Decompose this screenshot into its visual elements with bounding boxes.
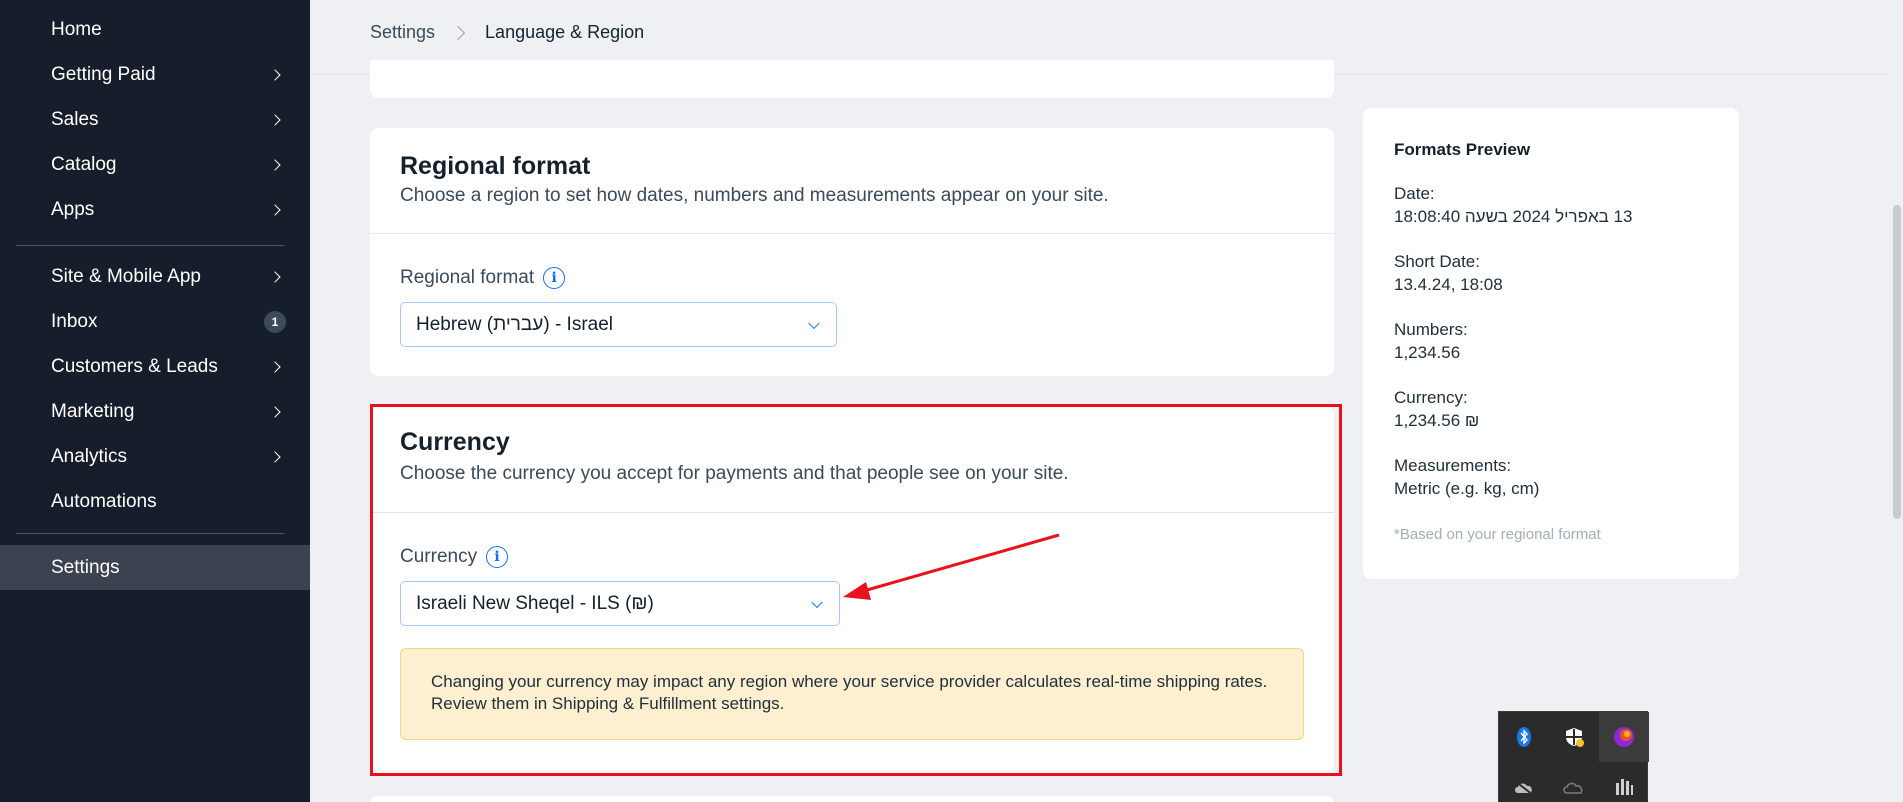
currency-label: Currency i bbox=[400, 546, 509, 568]
sidebar-item-home[interactable]: Home bbox=[0, 7, 310, 52]
sidebar-item-label: Automations bbox=[51, 490, 157, 512]
chevron-right-icon bbox=[270, 68, 282, 82]
sidebar-item-catalog[interactable]: Catalog bbox=[0, 142, 310, 187]
sidebar-item-site-mobile-app[interactable]: Site & Mobile App bbox=[0, 254, 310, 299]
sidebar-item-label: Marketing bbox=[51, 400, 135, 422]
onedrive-icon[interactable] bbox=[1549, 762, 1599, 802]
bluetooth-icon[interactable] bbox=[1499, 712, 1549, 762]
sidebar-item-sales[interactable]: Sales bbox=[0, 97, 310, 142]
preview-currency-value: ‏1,234.56 ₪ bbox=[1394, 411, 1480, 430]
card-divider bbox=[370, 233, 1334, 234]
breadcrumb-current: Language & Region bbox=[485, 22, 645, 42]
chevron-right-icon bbox=[270, 360, 282, 374]
sidebar: Home Getting Paid Sales Catalog Apps Sit… bbox=[0, 0, 310, 802]
sidebar-item-label: Getting Paid bbox=[51, 63, 156, 85]
breadcrumb-chevron-icon bbox=[450, 25, 466, 40]
chevron-right-icon bbox=[270, 158, 282, 172]
sidebar-item-apps[interactable]: Apps bbox=[0, 187, 310, 232]
currency-label-text: Currency bbox=[400, 546, 478, 567]
preview-note: *Based on your regional format bbox=[1394, 526, 1601, 543]
cloud-off-icon[interactable] bbox=[1499, 762, 1549, 802]
preview-measurements-value: Metric (e.g. kg, cm) bbox=[1394, 479, 1540, 498]
chevron-right-icon bbox=[270, 113, 282, 127]
audio-levels-icon[interactable] bbox=[1599, 762, 1649, 802]
app-orb-icon[interactable] bbox=[1599, 712, 1649, 762]
chevron-right-icon bbox=[270, 270, 282, 284]
preview-measurements-label: Measurements: bbox=[1394, 456, 1512, 475]
info-icon[interactable]: i bbox=[543, 267, 566, 289]
info-icon[interactable]: i bbox=[486, 546, 509, 568]
regional-format-value: Hebrew (עברית) - Israel bbox=[416, 313, 614, 335]
breadcrumb-settings-link[interactable]: Settings bbox=[370, 22, 435, 43]
currency-title: Currency bbox=[400, 428, 510, 456]
regional-format-select[interactable]: Hebrew (עברית) - Israel bbox=[400, 302, 837, 347]
security-shield-icon[interactable] bbox=[1549, 712, 1599, 762]
regional-format-title: Regional format bbox=[400, 152, 591, 180]
chevron-right-icon bbox=[270, 203, 282, 217]
sidebar-divider bbox=[16, 533, 284, 534]
chevron-down-icon bbox=[808, 317, 820, 329]
inbox-count-badge: 1 bbox=[264, 310, 286, 333]
sidebar-item-getting-paid[interactable]: Getting Paid bbox=[0, 52, 310, 97]
sidebar-item-inbox[interactable]: Inbox 1 bbox=[0, 299, 310, 344]
sidebar-item-analytics[interactable]: Analytics bbox=[0, 434, 310, 479]
preview-date-label: Date: bbox=[1394, 184, 1435, 203]
chevron-right-icon bbox=[270, 405, 282, 419]
sidebar-divider bbox=[16, 245, 284, 246]
currency-subtitle: Choose the currency you accept for payme… bbox=[400, 463, 1069, 484]
previous-card bbox=[370, 60, 1334, 98]
sidebar-item-label: Site & Mobile App bbox=[51, 265, 201, 287]
formats-preview-panel: Formats Preview Date: 13 באפריל 2024 בשע… bbox=[1363, 108, 1739, 579]
chevron-right-icon bbox=[270, 450, 282, 464]
preview-short-date-label: Short Date: bbox=[1394, 252, 1480, 271]
sidebar-item-label: Analytics bbox=[51, 445, 128, 467]
formats-preview-title: Formats Preview bbox=[1394, 140, 1531, 159]
sidebar-item-label: Inbox bbox=[51, 310, 98, 332]
preview-numbers-label: Numbers: bbox=[1394, 320, 1468, 339]
regional-format-card: Regional format Choose a region to set h… bbox=[370, 128, 1334, 376]
sidebar-item-label: Sales bbox=[51, 108, 99, 130]
sidebar-item-label: Catalog bbox=[51, 153, 117, 175]
preview-currency-label: Currency: bbox=[1394, 388, 1468, 407]
chevron-down-icon bbox=[811, 596, 823, 608]
preview-date-value: 13 באפריל 2024 בשעה 18:08:40 bbox=[1394, 207, 1633, 226]
currency-select[interactable]: Israeli New Sheqel - ILS (₪) bbox=[400, 581, 840, 626]
regional-format-label-text: Regional format bbox=[400, 267, 535, 288]
currency-card: Currency Choose the currency you accept … bbox=[370, 406, 1334, 774]
sidebar-item-label: Settings bbox=[51, 556, 120, 578]
system-tray-overflow bbox=[1498, 711, 1649, 802]
sidebar-item-automations[interactable]: Automations bbox=[0, 479, 310, 524]
sidebar-item-label: Customers & Leads bbox=[51, 355, 218, 377]
preview-numbers-value: 1,234.56 bbox=[1394, 343, 1461, 362]
regional-format-label: Regional format i bbox=[400, 267, 566, 289]
sidebar-item-marketing[interactable]: Marketing bbox=[0, 389, 310, 434]
currency-value: Israeli New Sheqel - ILS (₪) bbox=[416, 592, 654, 614]
regional-format-subtitle: Choose a region to set how dates, number… bbox=[400, 185, 1109, 206]
next-card bbox=[370, 796, 1334, 802]
preview-short-date-value: 13.4.24, 18:08 bbox=[1394, 275, 1503, 294]
sidebar-item-settings[interactable]: Settings bbox=[0, 545, 310, 590]
breadcrumb: Settings Language & Region bbox=[370, 22, 644, 43]
sidebar-item-label: Apps bbox=[51, 198, 95, 220]
sidebar-item-label: Home bbox=[51, 18, 102, 40]
currency-warning-banner: Changing your currency may impact any re… bbox=[400, 648, 1304, 740]
sidebar-item-customers-leads[interactable]: Customers & Leads bbox=[0, 344, 310, 389]
card-divider bbox=[370, 512, 1334, 513]
scrollbar-thumb[interactable] bbox=[1893, 205, 1901, 519]
